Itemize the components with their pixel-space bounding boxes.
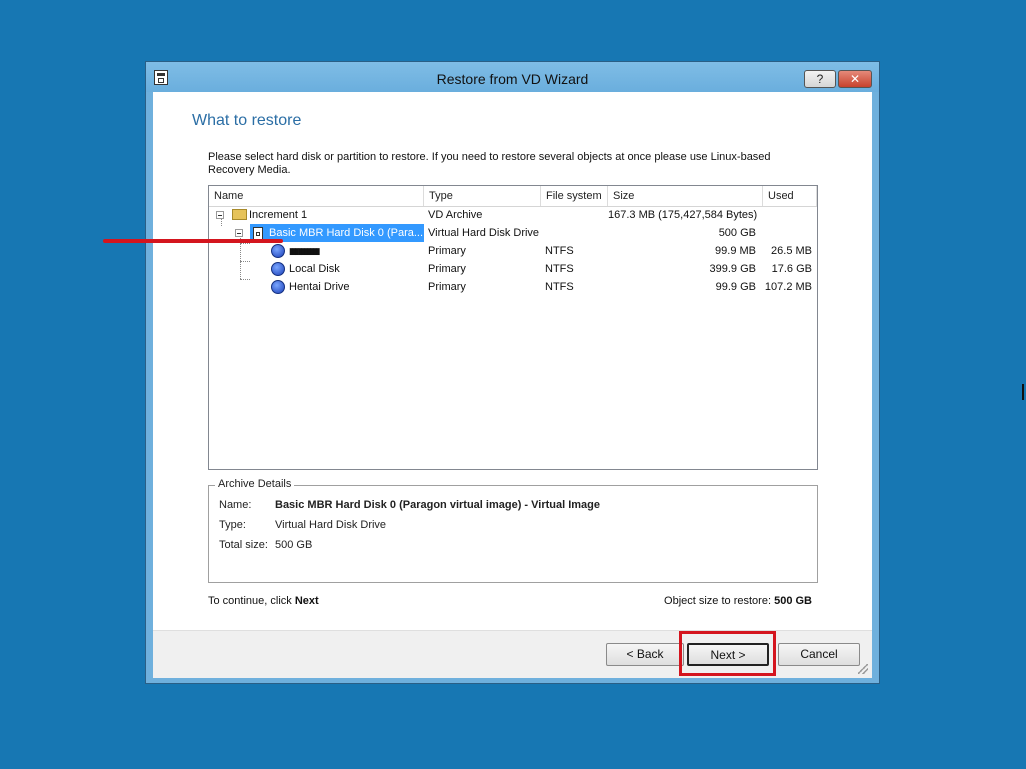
row-size: 99.9 MB xyxy=(715,245,756,257)
close-button[interactable]: ✕ xyxy=(838,70,872,88)
row-type: VD Archive xyxy=(428,209,483,221)
back-button[interactable]: < Back xyxy=(606,643,684,666)
table-row[interactable]: Hentai Drive Primary NTFS 99.9 GB 107.2 … xyxy=(209,278,817,296)
column-header-file-system[interactable]: File system xyxy=(541,186,608,206)
object-size-value: 500 GB xyxy=(774,595,812,607)
continue-hint: To continue, click Next xyxy=(208,595,319,607)
object-size-info: Object size to restore: 500 GB xyxy=(664,595,812,607)
row-size: 500 GB xyxy=(718,227,756,239)
row-file-system: NTFS xyxy=(545,245,574,257)
row-name: Hentai Drive xyxy=(289,281,350,293)
table-row[interactable]: Local Disk Primary NTFS 399.9 GB 17.6 GB xyxy=(209,260,817,278)
partition-icon xyxy=(271,280,285,294)
column-header-type[interactable]: Type xyxy=(424,186,541,206)
details-type-value: Virtual Hard Disk Drive xyxy=(275,519,387,531)
list-header: Name Type File system Size Used xyxy=(209,186,817,207)
table-row-selected[interactable]: Basic MBR Hard Disk 0 (Para... Virtual H… xyxy=(209,224,817,242)
row-type: Primary xyxy=(428,281,466,293)
cancel-button[interactable]: Cancel xyxy=(778,643,860,666)
wizard-window: Restore from VD Wizard ? ✕ What to resto… xyxy=(145,61,880,684)
annotation-underline xyxy=(103,239,283,243)
collapse-icon[interactable] xyxy=(235,229,243,237)
continue-hint-next: Next xyxy=(294,595,319,607)
row-used: 17.6 GB xyxy=(771,263,812,275)
next-button[interactable]: Next > xyxy=(687,643,769,666)
title-bar[interactable]: Restore from VD Wizard ? ✕ xyxy=(146,62,879,92)
table-row[interactable]: Increment 1 VD Archive 167.3 MB (175,427… xyxy=(209,206,817,224)
row-type: Virtual Hard Disk Drive xyxy=(428,227,540,239)
row-name: Basic MBR Hard Disk 0 (Para... xyxy=(269,227,424,239)
screen-edge-marker xyxy=(1022,384,1024,400)
restore-object-list[interactable]: Name Type File system Size Used Incremen… xyxy=(208,185,818,470)
archive-details-group: Archive Details Name: Basic MBR Hard Dis… xyxy=(208,478,818,583)
row-type: Primary xyxy=(428,245,466,257)
row-used: 107.2 MB xyxy=(764,281,812,293)
column-header-name[interactable]: Name xyxy=(209,186,424,206)
page-title: What to restore xyxy=(192,112,302,129)
details-name-value: Basic MBR Hard Disk 0 (Paragon virtual i… xyxy=(275,499,601,511)
row-name: ▮▮▮▮▮▮▮▮▮▮ xyxy=(289,246,321,256)
row-size: 399.9 GB xyxy=(709,263,756,275)
archive-folder-icon xyxy=(232,209,247,220)
partition-icon xyxy=(271,262,285,276)
object-size-label: Object size to restore: xyxy=(664,595,772,607)
instructions-text: Please select hard disk or partition to … xyxy=(208,151,771,176)
row-name: Local Disk xyxy=(289,263,340,275)
row-file-system: NTFS xyxy=(545,281,574,293)
details-size-label: Total size: xyxy=(219,539,268,551)
archive-details-legend: Archive Details xyxy=(215,478,295,490)
wizard-client-area: What to restore Please select hard disk … xyxy=(153,92,872,678)
column-header-size[interactable]: Size xyxy=(608,186,763,206)
window-title: Restore from VD Wizard xyxy=(436,71,589,87)
row-size: 99.9 GB xyxy=(715,281,756,293)
details-type-label: Type: xyxy=(219,519,246,531)
collapse-icon[interactable] xyxy=(216,211,224,219)
details-size-value: 500 GB xyxy=(275,539,313,551)
row-type: Primary xyxy=(428,263,466,275)
resize-grip[interactable] xyxy=(858,664,868,674)
row-used: 26.5 MB xyxy=(771,245,812,257)
row-name: Increment 1 xyxy=(249,209,308,221)
partition-icon xyxy=(271,244,285,258)
column-header-used[interactable]: Used xyxy=(763,186,817,206)
details-name-label: Name: xyxy=(219,499,252,511)
help-button[interactable]: ? xyxy=(804,70,836,88)
table-row[interactable]: ▮▮▮▮▮▮▮▮▮▮ Primary NTFS 99.9 MB 26.5 MB xyxy=(209,242,817,260)
continue-hint-prefix: To continue, click xyxy=(208,595,292,607)
row-file-system: NTFS xyxy=(545,263,574,275)
row-size: 167.3 MB (175,427,584 Bytes) xyxy=(608,209,758,221)
wizard-footer: < Back Next > Cancel xyxy=(153,630,872,678)
